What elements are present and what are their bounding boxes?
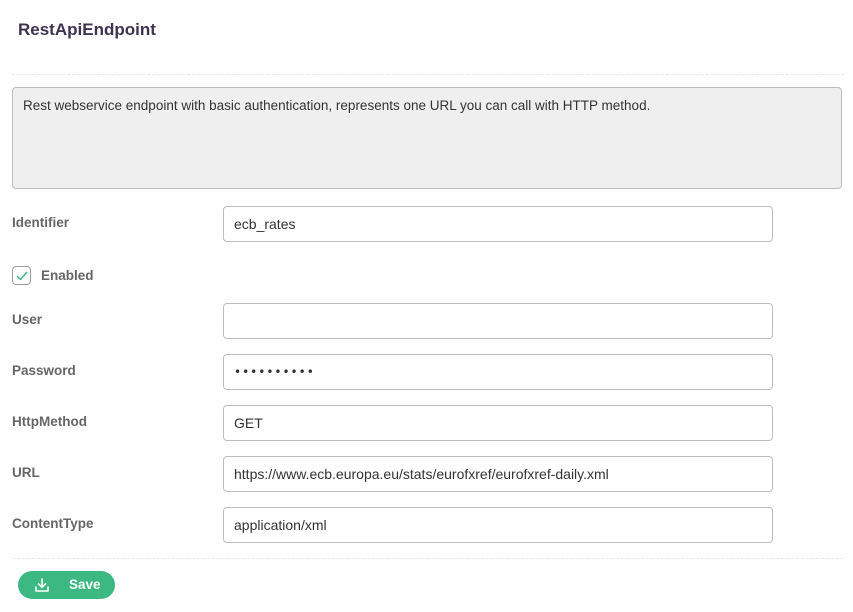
url-label: URL [12,465,40,480]
user-input[interactable] [223,303,773,339]
page-title: RestApiEndpoint [18,20,156,39]
footer-divider [12,558,844,559]
identifier-label: Identifier [12,215,70,230]
http-method-label: HttpMethod [12,414,87,429]
user-label: User [12,312,43,327]
content-type-label: ContentType [12,516,94,531]
enabled-checkbox[interactable] [12,266,31,285]
download-icon [35,578,49,592]
http-method-input[interactable] [223,405,773,441]
description-box: Rest webservice endpoint with basic auth… [12,87,842,189]
identifier-input[interactable] [223,206,773,242]
rest-api-endpoint-page: RestApiEndpoint Rest webservice endpoint… [0,0,853,612]
password-label: Password [12,363,76,378]
header-divider [12,74,844,75]
content-type-input[interactable] [223,507,773,543]
enabled-label: Enabled [41,268,94,283]
url-input[interactable] [223,456,773,492]
checkmark-icon [16,271,28,281]
save-button[interactable]: Save [18,571,115,599]
password-input[interactable] [223,354,773,390]
save-button-label: Save [69,577,101,592]
